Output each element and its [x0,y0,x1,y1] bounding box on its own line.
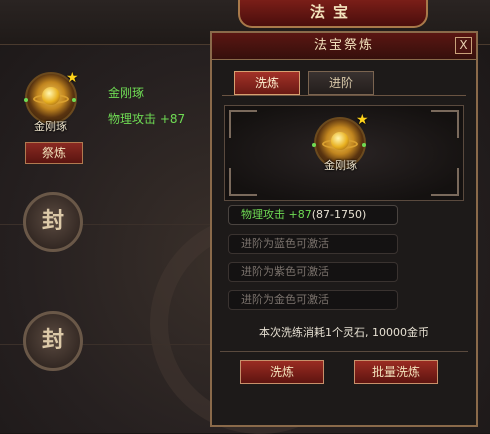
attribute-text: 进阶为蓝色可激活 [241,237,329,250]
treasure-icon-label: 金刚琢 [34,120,67,133]
green-dot [24,98,28,102]
corner-ornament [431,168,459,196]
seal-label: 封 [41,328,64,353]
refine-dialog: 法宝祭炼 X 洗炼 进阶 ★ 金刚琢 物理攻击 +87(87-1750) 进阶为… [210,31,478,427]
window-title-plate: 法宝 [238,0,428,28]
attribute-text: 进阶为紫色可激活 [241,265,329,278]
sealed-slot[interactable]: 封 [23,192,83,252]
star-icon: ★ [356,112,369,128]
divider [220,351,468,352]
green-dot [72,98,76,102]
cost-text: 本次洗练消耗1个灵石, 10000金币 [259,326,429,339]
seal-label: 封 [41,209,64,234]
corner-ornament [229,168,257,196]
treasure-core [42,87,60,105]
tab-refine[interactable]: 洗炼 [234,71,300,95]
attribute-row: 物理攻击 +87(87-1750) [228,205,398,225]
treasure-core [331,132,349,150]
corner-ornament [229,110,257,138]
batch-refine-button[interactable]: 批量洗炼 [354,360,438,384]
attribute-text: 进阶为金色可激活 [241,293,329,306]
refine-action-button[interactable]: 洗炼 [240,360,324,384]
tab-underline [222,95,466,96]
dialog-header: 法宝祭炼 [212,33,476,60]
close-button[interactable]: X [455,37,472,54]
green-dot [362,143,366,147]
treasure-name: 金刚琢 [108,86,145,100]
star-icon: ★ [66,70,79,86]
corner-ornament [431,110,459,138]
attribute-row-locked: 进阶为蓝色可激活 [228,234,398,254]
preview-item-label: 金刚琢 [324,159,357,172]
tab-advance[interactable]: 进阶 [308,71,374,95]
dialog-title: 法宝祭炼 [313,38,374,53]
sealed-slot[interactable]: 封 [23,311,83,371]
refine-button[interactable]: 祭炼 [25,142,83,164]
window-title: 法宝 [309,3,356,21]
attribute-range: (87-1750) [311,208,367,221]
green-dot [312,143,316,147]
attribute-text: 物理攻击 +87 [241,208,312,221]
attribute-row-locked: 进阶为金色可激活 [228,290,398,310]
treasure-stat: 物理攻击 +87 [108,112,186,126]
attribute-row-locked: 进阶为紫色可激活 [228,262,398,282]
